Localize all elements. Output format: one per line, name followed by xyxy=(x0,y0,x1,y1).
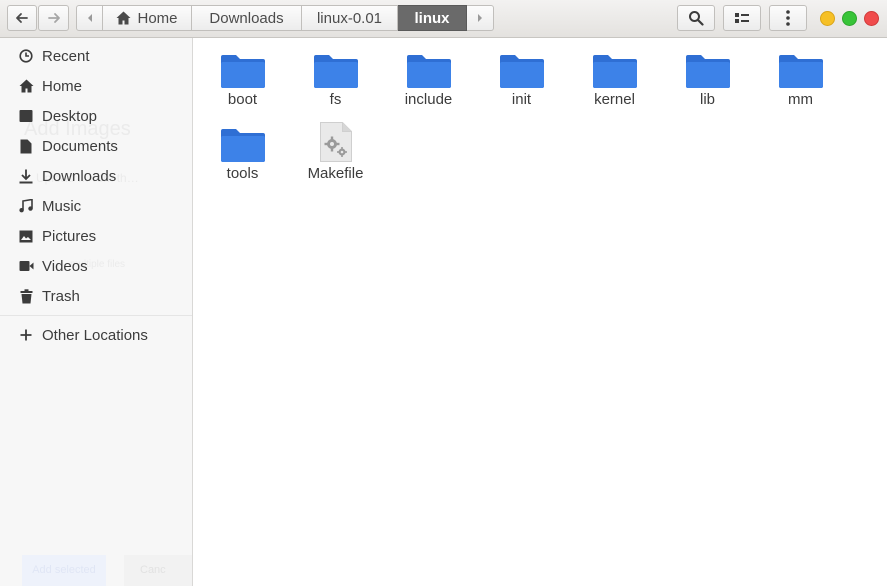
sidebar-item-label: Desktop xyxy=(42,107,98,125)
path-scroll-left-button[interactable] xyxy=(76,5,103,31)
chevron-left-icon xyxy=(86,10,94,27)
trash-icon xyxy=(18,288,34,304)
file-item-lib[interactable]: lib xyxy=(661,38,754,110)
file-item-mm[interactable]: mm xyxy=(754,38,847,110)
path-crumb-downloads[interactable]: Downloads xyxy=(192,5,302,31)
file-item-init[interactable]: init xyxy=(475,38,568,110)
close-button[interactable] xyxy=(864,11,879,26)
folder-icon xyxy=(313,48,358,88)
minimize-button[interactable] xyxy=(820,11,835,26)
sidebar-item-music[interactable]: Music xyxy=(0,191,192,221)
file-item-label: Makefile xyxy=(307,165,364,182)
sidebar-divider xyxy=(0,315,192,316)
forward-arrow-icon xyxy=(47,11,61,25)
sidebar-item-label: Pictures xyxy=(42,227,97,245)
videos-icon xyxy=(18,258,34,274)
folder-icon xyxy=(220,48,265,88)
music-icon xyxy=(18,198,34,214)
folder-icon xyxy=(685,48,730,88)
sidebar-item-label: Videos xyxy=(42,257,88,275)
back-arrow-icon xyxy=(15,11,29,25)
folder-icon xyxy=(406,48,451,88)
back-button[interactable] xyxy=(7,5,37,31)
sidebar-item-label: Home xyxy=(42,77,83,95)
path-crumb-linux[interactable]: linux xyxy=(398,5,467,31)
file-item-label: boot xyxy=(227,91,258,108)
maximize-button[interactable] xyxy=(842,11,857,26)
path-scroll-right-button[interactable] xyxy=(467,5,494,31)
download-icon xyxy=(18,168,34,184)
path-crumb-linux-0.01[interactable]: linux-0.01 xyxy=(302,5,398,31)
forward-button[interactable] xyxy=(38,5,69,31)
file-item-makefile[interactable]: Makefile xyxy=(289,112,382,184)
path-crumb-label: linux-0.01 xyxy=(316,9,383,27)
path-crumb-home[interactable]: Home xyxy=(103,5,192,31)
file-item-label: lib xyxy=(699,91,715,108)
sidebar-item-label: Documents xyxy=(42,137,118,155)
clock-icon xyxy=(18,48,34,64)
menu-button[interactable] xyxy=(769,5,807,31)
home-icon xyxy=(18,78,34,94)
sidebar-item-home[interactable]: Home xyxy=(0,71,192,101)
sidebar-item-downloads[interactable]: Downloads xyxy=(0,161,192,191)
sidebar-item-desktop[interactable]: Desktop xyxy=(0,101,192,131)
pictures-icon xyxy=(18,228,34,244)
path-bar: Home Downloads linux-0.01 linux xyxy=(76,5,494,31)
file-item-label: init xyxy=(511,91,532,108)
sidebar-item-trash[interactable]: Trash xyxy=(0,281,192,311)
path-crumb-label: linux xyxy=(414,9,450,27)
file-item-kernel[interactable]: kernel xyxy=(568,38,661,110)
sidebar-item-label: Downloads xyxy=(42,167,117,185)
path-crumb-label: Home xyxy=(137,9,178,27)
sidebar-item-label: Recent xyxy=(42,47,90,65)
folder-icon xyxy=(499,48,544,88)
sidebar-item-label: Other Locations xyxy=(42,326,148,344)
ghost-add-selected: Add selected xyxy=(22,555,106,586)
desktop-icon xyxy=(18,108,34,124)
folder-icon xyxy=(220,122,265,162)
folder-icon xyxy=(778,48,823,88)
header-bar: Home Downloads linux-0.01 linux xyxy=(0,0,887,38)
sidebar-item-pictures[interactable]: Pictures xyxy=(0,221,192,251)
folder-icon xyxy=(592,48,637,88)
sidebar-item-documents[interactable]: Documents xyxy=(0,131,192,161)
file-item-label: mm xyxy=(788,91,813,108)
file-item-label: kernel xyxy=(594,91,635,108)
file-item-label: include xyxy=(404,91,453,108)
documents-icon xyxy=(18,138,34,154)
file-item-include[interactable]: include xyxy=(382,38,475,110)
sidebar-item-other-locations[interactable]: Other Locations xyxy=(0,320,192,350)
file-item-label: fs xyxy=(329,91,342,108)
file-view: boot fs include init kernel lib mm tools… xyxy=(194,38,887,586)
file-item-boot[interactable]: boot xyxy=(196,38,289,110)
home-icon xyxy=(116,11,131,25)
file-item-label: tools xyxy=(226,165,259,182)
file-item-fs[interactable]: fs xyxy=(289,38,382,110)
view-options-button[interactable] xyxy=(723,5,761,31)
search-button[interactable] xyxy=(677,5,715,31)
list-view-icon xyxy=(735,12,749,24)
plus-icon xyxy=(18,327,34,343)
chevron-right-icon xyxy=(476,10,484,27)
kebab-menu-icon xyxy=(786,10,790,26)
search-icon xyxy=(688,10,704,26)
file-item-tools[interactable]: tools xyxy=(196,112,289,184)
sidebar-item-recent[interactable]: Recent xyxy=(0,41,192,71)
makefile-icon xyxy=(314,122,358,162)
sidebar: Add Images Upload … rom th… multiple fil… xyxy=(0,38,193,586)
path-crumb-label: Downloads xyxy=(209,9,284,27)
sidebar-item-videos[interactable]: Videos xyxy=(0,251,192,281)
sidebar-item-label: Music xyxy=(42,197,82,215)
sidebar-item-label: Trash xyxy=(42,287,80,305)
ghost-cancel: Canc xyxy=(124,555,192,586)
